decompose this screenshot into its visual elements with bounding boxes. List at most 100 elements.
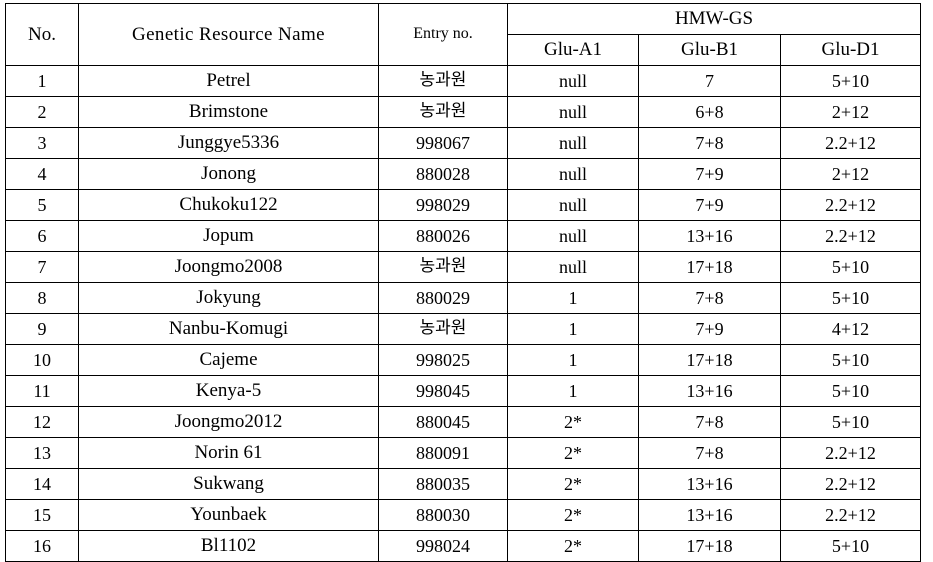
cell-genetic-resource-name: Kenya-5 (78, 375, 379, 407)
cell-glu-d1: 5+10 (780, 375, 921, 407)
cell-glu-d1: 5+10 (780, 344, 921, 376)
cell-glu-a1: null (507, 220, 639, 252)
cell-glu-d1: 5+10 (780, 406, 921, 438)
table-body: 1 Petrel 농과원 null 7 5+10 2 Brimstone 농과원 null 6+8 2… (5, 65, 921, 562)
cell-entry-no: 농과원 (378, 251, 508, 283)
cell-entry-no: 880091 (378, 437, 508, 469)
cell-glu-a1: 2* (507, 530, 639, 562)
cell-glu-b1: 7+9 (638, 158, 781, 190)
cell-glu-b1: 13+16 (638, 468, 781, 500)
cell-entry-no: 880045 (378, 406, 508, 438)
cell-genetic-resource-name: Joongmo2012 (78, 406, 379, 438)
cell-entry-no: 998025 (378, 344, 508, 376)
cell-glu-d1: 2.2+12 (780, 127, 921, 159)
cell-no: 8 (5, 282, 79, 314)
cell-glu-b1: 7+9 (638, 189, 781, 221)
cell-entry-no: 880026 (378, 220, 508, 252)
table-row: 13 Norin 61 880091 2* 7+8 2.2+12 (5, 437, 921, 469)
table-row: 2 Brimstone 농과원 null 6+8 2+12 (5, 96, 921, 128)
cell-entry-no: 농과원 (378, 65, 508, 97)
cell-genetic-resource-name: Bl1102 (78, 530, 379, 562)
cell-glu-a1: null (507, 65, 639, 97)
cell-glu-b1: 7+8 (638, 406, 781, 438)
cell-genetic-resource-name: Jopum (78, 220, 379, 252)
cell-genetic-resource-name: Jokyung (78, 282, 379, 314)
cell-no: 6 (5, 220, 79, 252)
table-header: No. Genetic Resource Name Entry no. HMW-… (5, 3, 921, 66)
cell-genetic-resource-name: Sukwang (78, 468, 379, 500)
cell-glu-d1: 2.2+12 (780, 437, 921, 469)
cell-no: 3 (5, 127, 79, 159)
cell-genetic-resource-name: Jonong (78, 158, 379, 190)
cell-genetic-resource-name: Junggye5336 (78, 127, 379, 159)
cell-glu-a1: null (507, 96, 639, 128)
table-row: 6 Jopum 880026 null 13+16 2.2+12 (5, 220, 921, 252)
table-row: 11 Kenya-5 998045 1 13+16 5+10 (5, 375, 921, 407)
cell-glu-d1: 5+10 (780, 282, 921, 314)
cell-glu-b1: 17+18 (638, 344, 781, 376)
column-header-glu-b1: Glu-B1 (638, 34, 781, 66)
cell-no: 10 (5, 344, 79, 376)
table-row: 3 Junggye5336 998067 null 7+8 2.2+12 (5, 127, 921, 159)
cell-glu-d1: 5+10 (780, 530, 921, 562)
cell-genetic-resource-name: Chukoku122 (78, 189, 379, 221)
cell-glu-d1: 5+10 (780, 65, 921, 97)
cell-glu-b1: 7+8 (638, 437, 781, 469)
cell-no: 16 (5, 530, 79, 562)
cell-entry-no: 농과원 (378, 313, 508, 345)
cell-glu-a1: 1 (507, 344, 639, 376)
cell-entry-no: 880035 (378, 468, 508, 500)
column-header-entry-no: Entry no. (378, 3, 508, 66)
cell-glu-d1: 4+12 (780, 313, 921, 345)
table-row: 14 Sukwang 880035 2* 13+16 2.2+12 (5, 468, 921, 500)
cell-entry-no: 880029 (378, 282, 508, 314)
cell-glu-a1: null (507, 189, 639, 221)
column-header-hmw-gs-group: HMW-GS (507, 3, 921, 35)
cell-entry-no: 880030 (378, 499, 508, 531)
cell-glu-b1: 7+9 (638, 313, 781, 345)
cell-glu-a1: null (507, 127, 639, 159)
table-row: 12 Joongmo2012 880045 2* 7+8 5+10 (5, 406, 921, 438)
table-row: 15 Younbaek 880030 2* 13+16 2.2+12 (5, 499, 921, 531)
cell-glu-b1: 17+18 (638, 251, 781, 283)
cell-glu-b1: 13+16 (638, 499, 781, 531)
cell-genetic-resource-name: Brimstone (78, 96, 379, 128)
cell-glu-d1: 2.2+12 (780, 189, 921, 221)
cell-no: 5 (5, 189, 79, 221)
cell-glu-d1: 5+10 (780, 251, 921, 283)
table-container: No. Genetic Resource Name Entry no. HMW-… (5, 3, 921, 562)
table-row: 16 Bl1102 998024 2* 17+18 5+10 (5, 530, 921, 562)
cell-entry-no: 880028 (378, 158, 508, 190)
cell-glu-d1: 2.2+12 (780, 499, 921, 531)
table-row: 10 Cajeme 998025 1 17+18 5+10 (5, 344, 921, 376)
table-row: 9 Nanbu-Komugi 농과원 1 7+9 4+12 (5, 313, 921, 345)
cell-glu-a1: null (507, 158, 639, 190)
cell-no: 12 (5, 406, 79, 438)
cell-glu-a1: 1 (507, 282, 639, 314)
cell-no: 4 (5, 158, 79, 190)
cell-no: 2 (5, 96, 79, 128)
cell-glu-a1: 1 (507, 313, 639, 345)
cell-glu-d1: 2+12 (780, 96, 921, 128)
cell-no: 13 (5, 437, 79, 469)
cell-entry-no: 998045 (378, 375, 508, 407)
cell-glu-a1: 1 (507, 375, 639, 407)
cell-no: 9 (5, 313, 79, 345)
table-row: 7 Joongmo2008 농과원 null 17+18 5+10 (5, 251, 921, 283)
cell-glu-b1: 7+8 (638, 282, 781, 314)
cell-genetic-resource-name: Younbaek (78, 499, 379, 531)
cell-genetic-resource-name: Petrel (78, 65, 379, 97)
cell-glu-b1: 7 (638, 65, 781, 97)
cell-genetic-resource-name: Norin 61 (78, 437, 379, 469)
cell-glu-a1: 2* (507, 499, 639, 531)
table-row: 4 Jonong 880028 null 7+9 2+12 (5, 158, 921, 190)
cell-glu-d1: 2.2+12 (780, 468, 921, 500)
cell-glu-a1: 2* (507, 406, 639, 438)
genetic-resource-hmw-gs-table: No. Genetic Resource Name Entry no. HMW-… (5, 3, 921, 562)
cell-glu-b1: 17+18 (638, 530, 781, 562)
cell-glu-b1: 13+16 (638, 220, 781, 252)
cell-entry-no: 998029 (378, 189, 508, 221)
column-header-genetic-resource-name: Genetic Resource Name (78, 3, 379, 66)
column-header-glu-d1: Glu-D1 (780, 34, 921, 66)
header-row-top: No. Genetic Resource Name Entry no. HMW-… (5, 3, 921, 66)
